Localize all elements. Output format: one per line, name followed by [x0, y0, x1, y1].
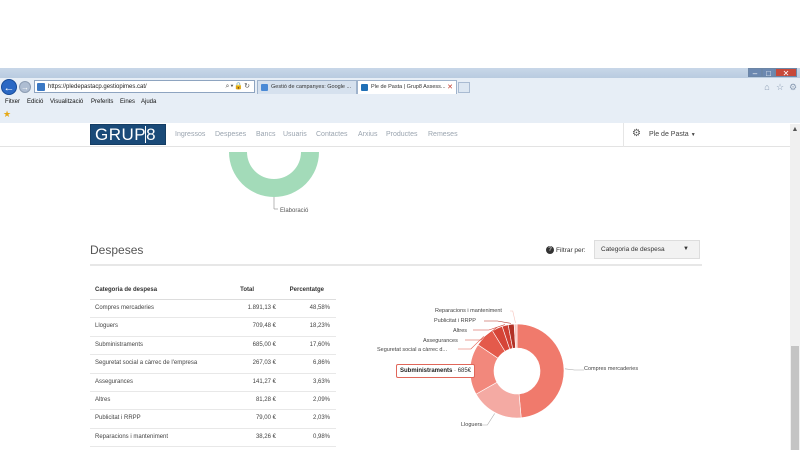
cell-percentage: 0,98% — [312, 433, 330, 440]
help-icon[interactable]: ? — [546, 246, 554, 254]
slice-label-reparacions: Reparacions i manteniment — [435, 308, 502, 314]
header-total: Total — [240, 287, 254, 293]
table-row: Altres 81,28 € 2,09% — [90, 392, 336, 411]
cell-category: Lloguers — [95, 323, 119, 330]
cell-category: Assegurances — [95, 378, 134, 385]
elaboracio-label: Elaboració — [280, 208, 309, 214]
cell-percentage: 18,23% — [309, 323, 330, 330]
cell-category: Seguretat social a càrrec de l'empresa — [95, 360, 198, 367]
cell-total: 685,00 € — [252, 341, 276, 348]
table-header: Categoria de despesa Total Percentatge — [90, 282, 336, 300]
table-row: Publicitat i RRPP 79,00 € 2,03% — [90, 410, 336, 429]
cell-category: Publicitat i RRPP — [95, 415, 141, 422]
slice-label-compres-mercaderies: Compres mercaderies — [584, 366, 639, 372]
cell-category: Subministraments — [95, 341, 144, 348]
table-row: Seguretat social a càrrec de l'empresa 2… — [90, 355, 336, 374]
cell-total: 1.891,13 € — [247, 305, 276, 311]
cell-total: 141,27 € — [252, 378, 276, 385]
header-category: Categoria de despesa — [95, 287, 158, 293]
table-row: Compres mercaderies 1.891,13 € 48,58% — [90, 300, 336, 319]
slice-connector — [480, 413, 495, 426]
scroll-thumb[interactable] — [791, 346, 799, 450]
filter-label: Filtrar per: — [556, 247, 586, 254]
chart-tooltip: Subministraments · 685€ — [396, 364, 476, 378]
table-row: Reparacions i manteniment 38,26 € 0,98% — [90, 429, 336, 448]
page-scrollbar[interactable]: ▲ — [790, 124, 800, 450]
expenses-table: Categoria de despesa Total Percentatge C… — [90, 282, 336, 448]
slice-label-lloguers: Lloguers — [461, 422, 483, 428]
cell-total: 709,48 € — [252, 323, 276, 330]
slice-label-publicitat: Publicitat i RRPP — [434, 318, 476, 324]
slice-connector — [510, 310, 516, 324]
filter-value: Categoria de despesa — [601, 246, 665, 253]
tooltip-label: Subministraments — [400, 368, 453, 374]
slice-label-assegurances: Assegurances — [423, 338, 458, 344]
elaboracio-slice[interactable] — [229, 152, 319, 197]
cell-percentage: 2,09% — [312, 396, 330, 403]
cell-percentage: 17,60% — [309, 341, 330, 348]
screen: – □ ✕ ← → https://pledepastacp.gestiopim… — [0, 0, 800, 450]
section-divider — [90, 264, 702, 266]
cell-percentage: 2,03% — [312, 415, 330, 422]
cell-total: 79,00 € — [255, 415, 276, 422]
slice-label-altres: Altres — [453, 328, 468, 334]
slice-connector — [484, 320, 512, 324]
cell-total: 38,26 € — [255, 433, 276, 440]
scroll-up-arrow-icon[interactable]: ▲ — [790, 126, 800, 133]
tooltip-value: 685€ — [457, 368, 472, 374]
donut-slice[interactable] — [516, 323, 565, 419]
cell-percentage: 48,58% — [309, 305, 330, 311]
table-row: Subministraments 685,00 € 17,60% — [90, 337, 336, 356]
cell-total: 267,03 € — [252, 360, 276, 367]
cell-percentage: 3,63% — [312, 378, 330, 385]
cell-percentage: 6,86% — [312, 360, 330, 367]
caret-down-icon: ▼ — [683, 246, 689, 252]
header-percentage: Percentatge — [289, 287, 324, 293]
cell-category: Reparacions i manteniment — [95, 433, 169, 440]
cell-total: 81,28 € — [255, 396, 276, 403]
filter-select[interactable]: Categoria de despesa ▼ — [594, 240, 700, 259]
slice-label-seguretat-social: Seguretat social a càrrec d... — [377, 347, 448, 353]
section-title: Despeses — [90, 243, 144, 257]
table-row: Lloguers 709,48 € 18,23% — [90, 318, 336, 337]
cell-category: Altres — [95, 396, 111, 403]
table-row: Assegurances 141,27 € 3,63% — [90, 374, 336, 392]
slice-connector — [564, 368, 584, 371]
cell-category: Compres mercaderies — [95, 305, 155, 311]
